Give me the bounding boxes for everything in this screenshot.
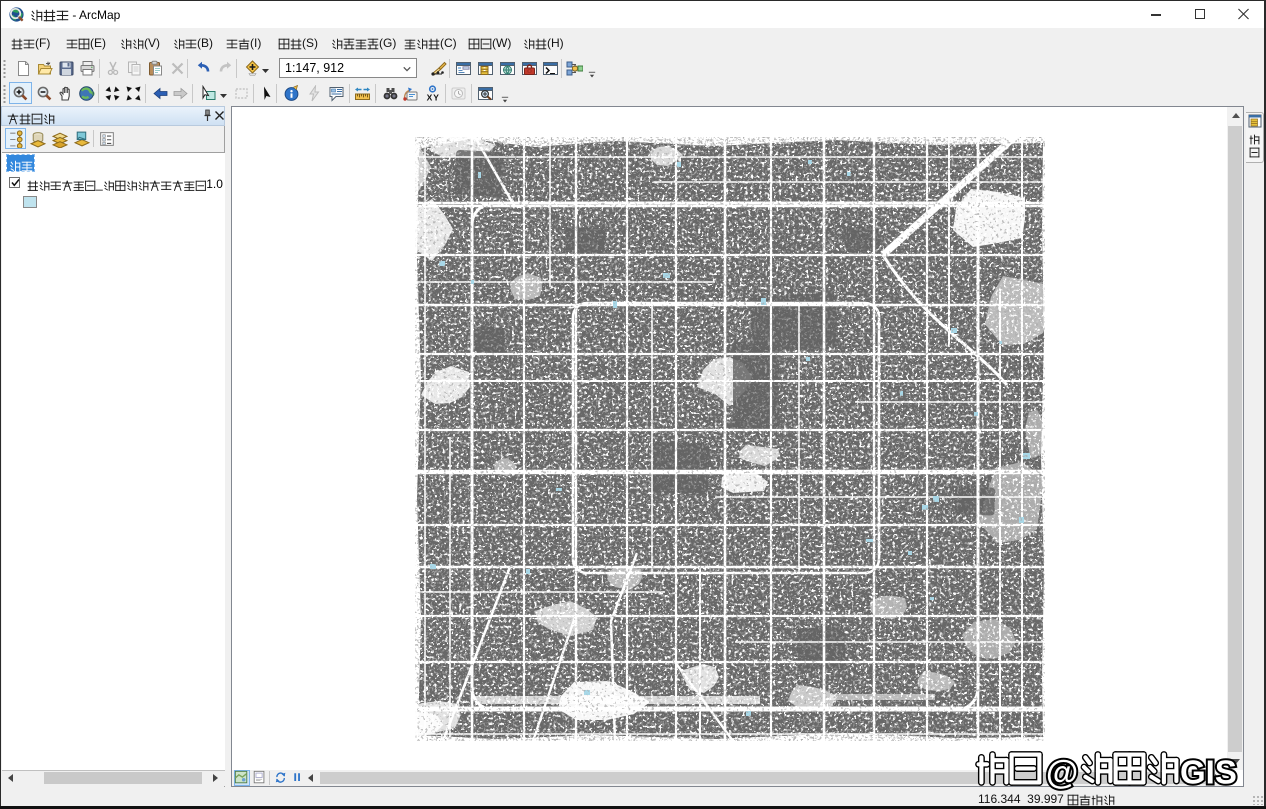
- svg-text:GIS: GIS: [1180, 754, 1237, 791]
- svg-text:@: @: [1046, 754, 1078, 791]
- svg-text:X: X: [427, 93, 433, 103]
- svg-text:Y: Y: [433, 93, 439, 103]
